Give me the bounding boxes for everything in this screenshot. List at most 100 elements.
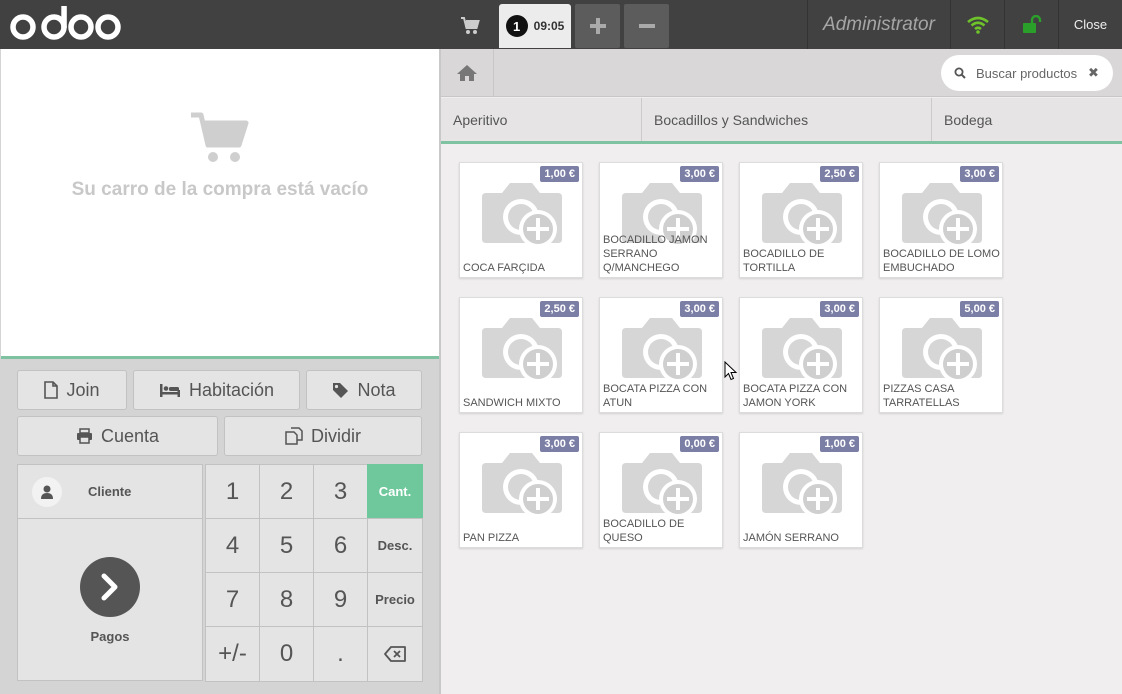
mode-price-button[interactable]: Precio [367, 572, 423, 627]
product-card[interactable]: 1,00 € JAMÓN SERRANO [739, 432, 863, 548]
avatar [32, 476, 62, 507]
customer-label: Cliente [88, 484, 132, 499]
product-card[interactable]: 3,00 € BOCADILLO DE LOMO EMBUCHADO [879, 162, 1003, 278]
nota-label: Nota [357, 379, 396, 400]
product-card[interactable]: 2,50 € SANDWICH MIXTO [459, 297, 583, 413]
order-number: 1 [505, 15, 528, 37]
payment-label: Pagos [90, 628, 130, 644]
numpad-key-plus-minus[interactable]: +/- [205, 626, 260, 682]
product-card[interactable]: 3,00 € PAN PIZZA [459, 432, 583, 548]
product-name: JAMÓN SERRANO [743, 532, 839, 544]
order-summary: Su carro de la compra está vacío [1, 49, 439, 359]
mode-quantity-button[interactable]: Cant. [367, 464, 423, 519]
product-price: 3,00 € [680, 301, 719, 317]
username[interactable]: Administrator [807, 0, 950, 49]
product-card[interactable]: 3,00 € BOCATA PIZZA CON JAMON YORK [739, 297, 863, 413]
delete-order-button[interactable] [624, 4, 669, 48]
shopping-cart-icon [461, 17, 480, 34]
product-price: 2,50 € [540, 301, 579, 317]
new-order-button[interactable] [575, 4, 620, 48]
clear-search-icon[interactable]: ✖ [1088, 65, 1099, 81]
numpad-key-dot[interactable]: . [313, 626, 368, 682]
join-label: Join [66, 379, 100, 400]
product-price: 3,00 € [540, 436, 579, 452]
file-icon [44, 381, 59, 399]
habitacion-button[interactable]: Habitación [133, 370, 300, 410]
dividir-button[interactable]: Dividir [224, 416, 422, 456]
product-name: BOCADILLO DE QUESO [603, 518, 685, 544]
numpad-key-7[interactable]: 7 [205, 572, 260, 627]
dividir-label: Dividir [310, 425, 361, 446]
top-bar: 1 09:05 Administrator Close [0, 0, 1122, 49]
numpad: 1 2 3 Cant. 4 5 6 Desc. 7 8 9 Precio +/-… [205, 464, 423, 682]
payment-circle [80, 556, 140, 617]
mode-discount-button[interactable]: Desc. [367, 518, 423, 573]
order-time: 09:05 [533, 19, 565, 33]
product-card[interactable]: 3,00 € BOCATA PIZZA CON ATUN [599, 297, 723, 413]
product-name: BOCADILLO DE LOMO EMBUCHADO [883, 248, 1000, 274]
cuenta-button[interactable]: Cuenta [17, 416, 218, 456]
product-card[interactable]: 2,50 € BOCADILLO DE TORTILLA [739, 162, 863, 278]
numpad-key-6[interactable]: 6 [313, 518, 368, 573]
home-icon [457, 65, 477, 81]
payment-button[interactable]: Pagos [18, 520, 202, 680]
numpad-key-9[interactable]: 9 [313, 572, 368, 627]
paypad: Cliente Pagos [17, 464, 203, 681]
search-icon [954, 67, 966, 79]
numpad-key-8[interactable]: 8 [259, 572, 314, 627]
join-button[interactable]: Join [17, 370, 127, 410]
empty-cart-text: Su carro de la compra está vacío [71, 179, 369, 200]
numpad-key-0[interactable]: 0 [259, 626, 314, 682]
top-right-bar: Administrator Close [807, 0, 1122, 49]
minus-icon [638, 24, 655, 28]
product-card[interactable]: 5,00 € PIZZAS CASA TARRATELLAS [879, 297, 1003, 413]
product-price: 1,00 € [820, 436, 859, 452]
product-name: SANDWICH MIXTO [463, 397, 561, 409]
order-tab[interactable]: 1 09:05 [499, 4, 571, 48]
connection-status[interactable] [950, 0, 1004, 49]
product-card[interactable]: 1,00 € COCA FARÇIDA [459, 162, 583, 278]
wifi-icon [966, 16, 989, 34]
customer-button[interactable]: Cliente [18, 465, 202, 519]
close-button[interactable]: Close [1058, 0, 1122, 49]
split-copy-icon [285, 427, 303, 445]
product-card[interactable]: 3,00 € BOCADILLO JAMON SERRANO Q/MANCHEGO [599, 162, 723, 278]
user-icon [41, 485, 53, 499]
numpad-key-4[interactable]: 4 [205, 518, 260, 573]
chevron-right-icon [101, 573, 118, 600]
numpad-key-2[interactable]: 2 [259, 464, 314, 519]
product-name: BOCADILLO JAMON SERRANO Q/MANCHEGO [603, 234, 708, 274]
category-bodega[interactable]: Bodega [932, 98, 1122, 141]
camera-add-icon [482, 453, 562, 518]
product-price: 3,00 € [680, 166, 719, 182]
product-price: 2,50 € [820, 166, 859, 182]
category-bocadillos[interactable]: Bocadillos y Sandwiches [642, 98, 932, 141]
product-name: BOCATA PIZZA CON JAMON YORK [743, 383, 848, 409]
camera-add-icon [482, 183, 562, 248]
product-card[interactable]: 0,00 € BOCADILLO DE QUESO [599, 432, 723, 548]
product-price: 1,00 € [540, 166, 579, 182]
backspace-button[interactable] [367, 626, 423, 682]
home-category-button[interactable] [441, 49, 494, 97]
category-aperitivo[interactable]: Aperitivo [441, 98, 642, 141]
order-selector: 1 09:05 [441, 0, 669, 49]
product-price: 3,00 € [820, 301, 859, 317]
plus-icon [589, 18, 606, 34]
nota-button[interactable]: Nota [306, 370, 422, 410]
numpad-key-3[interactable]: 3 [313, 464, 368, 519]
bed-icon [159, 384, 180, 397]
odoo-logo [10, 6, 121, 40]
product-header: ✖ [441, 49, 1122, 97]
numpad-key-1[interactable]: 1 [205, 464, 260, 519]
product-price: 3,00 € [960, 166, 999, 182]
cart-button[interactable] [441, 4, 499, 48]
search-box: ✖ [941, 55, 1113, 91]
habitacion-label: Habitación [188, 379, 275, 400]
print-icon [76, 428, 92, 444]
search-input[interactable] [976, 65, 1080, 81]
product-price: 0,00 € [680, 436, 719, 452]
product-name: PIZZAS CASA TARRATELLAS [883, 383, 960, 409]
backspace-icon [384, 646, 406, 662]
lock-toggle[interactable] [1004, 0, 1058, 49]
numpad-key-5[interactable]: 5 [259, 518, 314, 573]
